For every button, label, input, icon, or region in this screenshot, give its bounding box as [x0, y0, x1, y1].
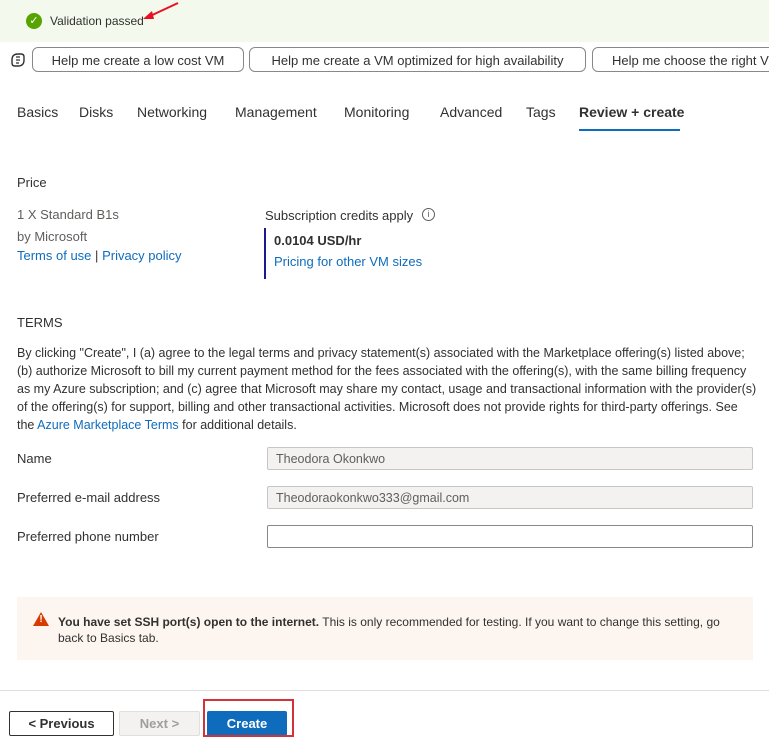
- tab-advanced[interactable]: Advanced: [440, 104, 502, 120]
- terms-tail-text: for additional details.: [178, 418, 297, 432]
- tab-management[interactable]: Management: [235, 104, 317, 120]
- footer-divider: [0, 690, 769, 691]
- tab-review-create[interactable]: Review + create: [579, 104, 684, 120]
- warning-bold: You have set SSH port(s) open to the int…: [58, 615, 320, 629]
- tab-tags[interactable]: Tags: [526, 104, 556, 120]
- price-heading: Price: [17, 175, 47, 190]
- terms-body: By clicking "Create", I (a) agree to the…: [17, 344, 757, 434]
- red-arrow-annotation: [143, 2, 179, 19]
- warning-icon-mark: !: [39, 614, 43, 625]
- tab-disks[interactable]: Disks: [79, 104, 113, 120]
- price-accent-bar: [264, 228, 266, 279]
- link-separator: |: [95, 248, 99, 263]
- create-highlight-annotation: [203, 699, 294, 737]
- tab-networking[interactable]: Networking: [137, 104, 207, 120]
- previous-button[interactable]: < Previous: [9, 711, 114, 736]
- credits-label: Subscription credits apply: [265, 208, 414, 223]
- copilot-chip-high-availability[interactable]: Help me create a VM optimized for high a…: [249, 47, 586, 72]
- name-field: [267, 447, 753, 470]
- privacy-policy-link[interactable]: Privacy policy: [102, 248, 181, 263]
- terms-of-use-link[interactable]: Terms of use: [17, 248, 91, 263]
- email-field: [267, 486, 753, 509]
- price-amount: 0.0104 USD/hr: [274, 233, 362, 248]
- copilot-chip-choose-vm[interactable]: Help me choose the right VM: [592, 47, 769, 72]
- validation-text: Validation passed: [50, 14, 144, 28]
- copilot-chip-low-cost-vm[interactable]: Help me create a low cost VM: [32, 47, 244, 72]
- copilot-icon: [11, 53, 25, 67]
- legal-links: Terms of use | Privacy policy: [17, 248, 182, 263]
- tab-monitoring[interactable]: Monitoring: [344, 104, 409, 120]
- warning-message: You have set SSH port(s) open to the int…: [58, 614, 742, 646]
- terms-heading: TERMS: [17, 315, 63, 330]
- publisher-name: by Microsoft: [17, 229, 88, 244]
- name-label: Name: [17, 451, 52, 466]
- phone-label: Preferred phone number: [17, 529, 159, 544]
- info-icon[interactable]: i: [422, 208, 435, 221]
- azure-marketplace-terms-link[interactable]: Azure Marketplace Terms: [37, 418, 179, 432]
- phone-field[interactable]: [267, 525, 753, 548]
- next-button[interactable]: Next >: [119, 711, 200, 736]
- pricing-other-sizes-link[interactable]: Pricing for other VM sizes: [274, 254, 422, 269]
- email-label: Preferred e-mail address: [17, 490, 161, 505]
- active-tab-indicator: [579, 129, 680, 131]
- product-name: 1 X Standard B1s: [17, 207, 119, 222]
- tab-basics[interactable]: Basics: [17, 104, 58, 120]
- success-check-icon: ✓: [26, 13, 42, 29]
